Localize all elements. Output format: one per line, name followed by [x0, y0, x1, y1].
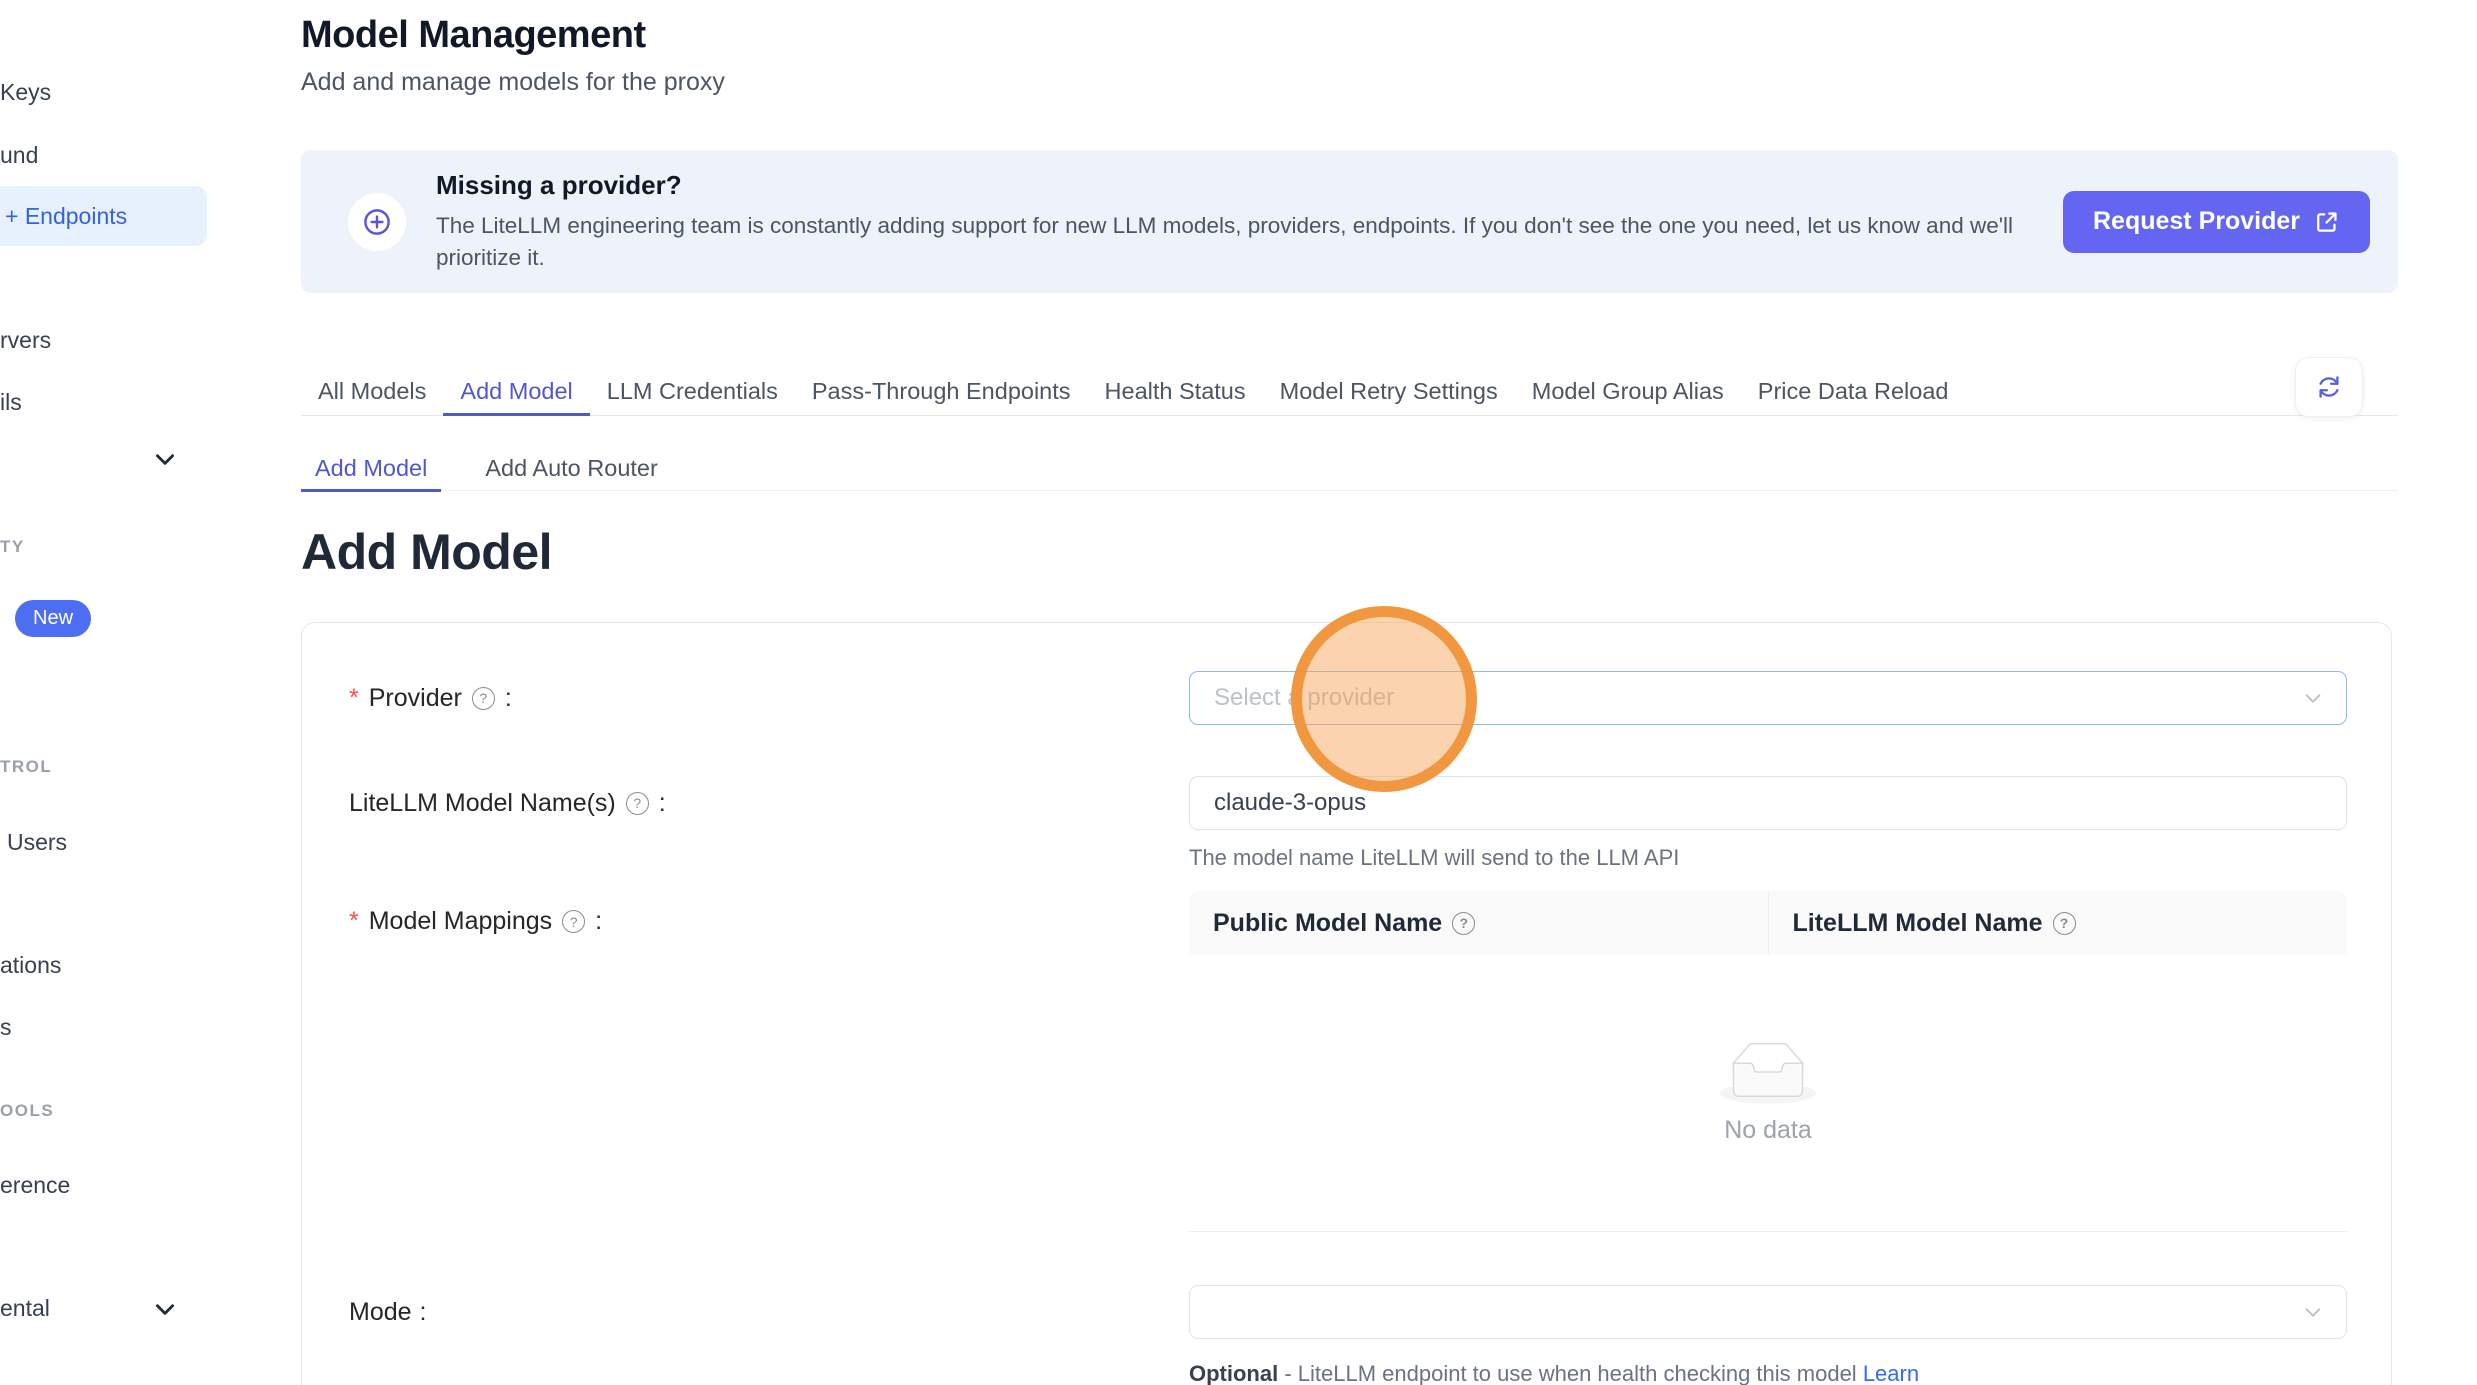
col-litellm-model-name: LiteLLM Model Name ?: [1768, 891, 2348, 955]
model-mappings-row: * Model Mappings ? : Public Model Name ?…: [349, 891, 2345, 1232]
mappings-table-header: Public Model Name ? LiteLLM Model Name ?: [1189, 891, 2347, 955]
banner-body: The LiteLLM engineering team is constant…: [436, 210, 2031, 274]
label-colon: :: [595, 907, 602, 936]
tab-price-data-reload[interactable]: Price Data Reload: [1741, 368, 1966, 415]
sidebar-item-organizations[interactable]: ations: [0, 952, 61, 979]
model-name-label: LiteLLM Model Name(s) ? :: [349, 789, 1189, 818]
help-circle-icon[interactable]: ?: [562, 910, 585, 933]
mappings-empty-state: No data: [1189, 955, 2347, 1232]
tab-all-models[interactable]: All Models: [301, 368, 443, 415]
mode-helper-bold: Optional: [1189, 1361, 1278, 1385]
page-subtitle: Add and manage models for the proxy: [301, 68, 725, 97]
model-name-row: LiteLLM Model Name(s) ? : claude-3-opus: [349, 776, 2345, 830]
add-model-subtabs: Add Model Add Auto Router: [301, 447, 2398, 491]
tab-model-group-alias[interactable]: Model Group Alias: [1515, 368, 1741, 415]
mode-helper-row: Optional - LiteLLM endpoint to use when …: [349, 1339, 2345, 1385]
model-name-input[interactable]: claude-3-opus: [1189, 776, 2347, 830]
banner-title: Missing a provider?: [436, 170, 2031, 201]
required-marker: *: [349, 907, 359, 936]
model-name-helper-row: The model name LiteLLM will send to the …: [349, 830, 2345, 871]
sidebar-item-label: + Endpoints: [0, 203, 127, 230]
sidebar-item-experimental[interactable]: ental: [0, 1295, 50, 1322]
sidebar-item-playground[interactable]: und: [0, 142, 38, 169]
chevron-down-icon: [2302, 687, 2324, 709]
model-tabs: All Models Add Model LLM Credentials Pas…: [301, 368, 2398, 416]
request-provider-button[interactable]: Request Provider: [2063, 191, 2370, 253]
page-title: Model Management: [301, 14, 646, 57]
banner-text: Missing a provider? The LiteLLM engineer…: [436, 170, 2031, 274]
provider-label-text: Provider: [369, 684, 462, 713]
tab-pass-through-endpoints[interactable]: Pass-Through Endpoints: [795, 368, 1088, 415]
add-model-heading: Add Model: [301, 523, 552, 581]
sidebar-section-header: TROL: [0, 757, 52, 777]
add-model-form-card: * Provider ? : Select a provider LiteLLM…: [301, 622, 2392, 1385]
mode-label: Mode :: [349, 1298, 1189, 1327]
refresh-button[interactable]: [2295, 357, 2363, 417]
tab-model-retry-settings[interactable]: Model Retry Settings: [1263, 368, 1515, 415]
request-provider-label: Request Provider: [2093, 207, 2300, 236]
model-name-label-text: LiteLLM Model Name(s): [349, 789, 616, 818]
model-mappings-label: * Model Mappings ? :: [349, 891, 1189, 936]
label-colon: :: [505, 684, 512, 713]
sidebar: Keys und + Endpoints rvers ils TY New TR…: [0, 0, 210, 1385]
sidebar-item-guardrails[interactable]: ils: [0, 389, 22, 416]
sidebar-section-header: TY: [0, 537, 25, 557]
mode-helper-text: - LiteLLM endpoint to use when health ch…: [1278, 1361, 1863, 1385]
help-circle-icon[interactable]: ?: [1452, 912, 1475, 935]
model-name-value: claude-3-opus: [1214, 789, 1366, 817]
tab-add-model[interactable]: Add Model: [443, 368, 589, 415]
provider-select[interactable]: Select a provider: [1189, 671, 2347, 725]
missing-provider-banner: Missing a provider? The LiteLLM engineer…: [301, 150, 2398, 293]
col-public-model-name: Public Model Name ?: [1189, 891, 1768, 955]
mode-row: Mode :: [349, 1285, 2345, 1339]
sidebar-item-keys[interactable]: Keys: [0, 79, 51, 106]
external-link-icon: [2314, 209, 2340, 235]
mode-helper: Optional - LiteLLM endpoint to use when …: [1189, 1361, 2347, 1385]
provider-row: * Provider ? : Select a provider: [349, 671, 2345, 725]
plus-circle-icon: [348, 193, 406, 251]
sidebar-item-users[interactable]: Users: [7, 829, 67, 856]
sidebar-section-header: OOLS: [0, 1101, 54, 1121]
help-circle-icon[interactable]: ?: [626, 792, 649, 815]
mode-label-text: Mode: [349, 1298, 412, 1327]
refresh-icon: [2315, 373, 2343, 401]
new-badge[interactable]: New: [15, 600, 91, 637]
help-circle-icon[interactable]: ?: [2053, 912, 2076, 935]
tab-health-status[interactable]: Health Status: [1088, 368, 1263, 415]
chevron-down-icon: [2302, 1301, 2324, 1323]
subtab-add-auto-router[interactable]: Add Auto Router: [471, 447, 671, 490]
model-name-helper: The model name LiteLLM will send to the …: [1189, 845, 2347, 871]
sidebar-item-models-endpoints[interactable]: + Endpoints: [0, 186, 207, 246]
provider-select-placeholder: Select a provider: [1214, 684, 1394, 712]
provider-label: * Provider ? :: [349, 684, 1189, 713]
model-mappings-table: Public Model Name ? LiteLLM Model Name ?: [1189, 891, 2347, 1232]
model-mappings-label-text: Model Mappings: [369, 907, 552, 936]
empty-inbox-icon: [1720, 1042, 1816, 1104]
subtab-add-model[interactable]: Add Model: [301, 447, 441, 490]
chevron-down-icon[interactable]: [152, 1296, 178, 1322]
mode-select[interactable]: [1189, 1285, 2347, 1339]
label-colon: :: [659, 789, 666, 818]
sidebar-item-servers[interactable]: rvers: [0, 327, 51, 354]
tab-llm-credentials[interactable]: LLM Credentials: [590, 368, 795, 415]
chevron-down-icon[interactable]: [152, 446, 178, 472]
sidebar-item-teams[interactable]: s: [0, 1014, 12, 1041]
help-circle-icon[interactable]: ?: [472, 687, 495, 710]
no-data-text: No data: [1724, 1116, 1812, 1145]
required-marker: *: [349, 684, 359, 713]
sidebar-item-inference[interactable]: erence: [0, 1172, 70, 1199]
learn-link[interactable]: Learn: [1863, 1361, 1919, 1385]
label-colon: :: [420, 1298, 427, 1327]
